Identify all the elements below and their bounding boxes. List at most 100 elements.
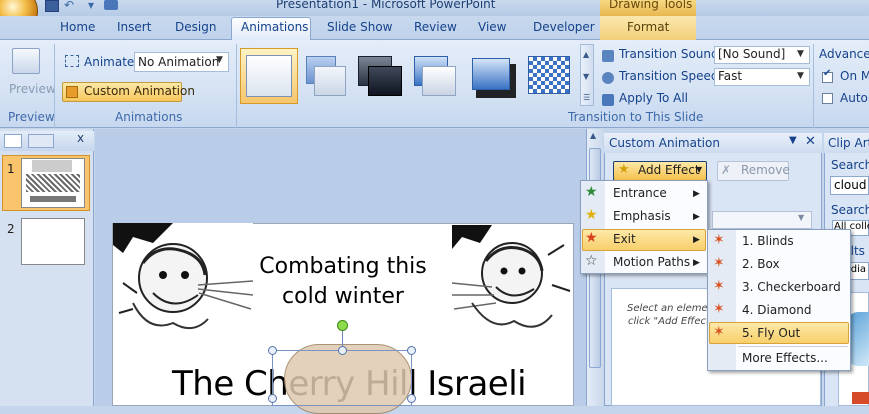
undo-icon[interactable]: ↶ <box>64 0 74 12</box>
menu-separator <box>738 346 848 347</box>
resize-handle[interactable] <box>338 346 347 355</box>
exit-diamond-label: 4. Diamond <box>742 303 812 317</box>
custom-animation-icon <box>66 86 78 98</box>
preview-icon <box>12 48 40 74</box>
transition-sound-label: Transition Sound: <box>619 47 723 61</box>
winter-face-clipart-right[interactable] <box>452 225 572 343</box>
scroll-up-icon[interactable]: ▲ <box>590 131 596 140</box>
chevron-down-icon[interactable]: ▼ <box>798 213 804 222</box>
exit-box-label: 2. Box <box>742 257 780 271</box>
exit-checkerboard-label: 3. Checkerboard <box>742 280 841 294</box>
tab-view[interactable]: View <box>478 20 506 34</box>
tab-design[interactable]: Design <box>175 20 216 34</box>
group-separator <box>813 44 814 128</box>
slide-number: 2 <box>7 222 15 236</box>
gallery-more-icon[interactable]: ☰ <box>583 93 590 102</box>
transition-thumb-checkerboard[interactable] <box>528 56 570 94</box>
tab-format[interactable]: Format <box>627 20 669 34</box>
transition-thumb-none <box>246 55 292 97</box>
outline-tab[interactable] <box>28 134 54 148</box>
chevron-down-icon[interactable]: ▼ <box>216 55 223 65</box>
clip-result-cloud[interactable] <box>848 312 869 366</box>
transition-group-label: Transition to This Slide <box>568 110 704 124</box>
transition-thumb-wipe[interactable] <box>472 58 510 90</box>
tab-home[interactable]: Home <box>60 20 95 34</box>
preview-group-label: Preview <box>8 110 55 124</box>
effect-property-dropdown[interactable] <box>712 211 812 229</box>
gallery-up-icon[interactable]: ▲ <box>583 50 589 59</box>
search-in-label: Search i <box>831 203 869 217</box>
clip-art-title: Clip Art <box>828 136 869 150</box>
menu-item-exit[interactable] <box>582 229 706 251</box>
transition-thumb-black-front[interactable] <box>368 66 402 96</box>
slides-tab[interactable] <box>4 134 22 148</box>
on-mouse-click-label: On M <box>840 69 869 83</box>
tab-slide-show[interactable]: Slide Show <box>327 20 392 34</box>
pane-options-icon[interactable]: ▼ <box>789 135 797 146</box>
gallery-down-icon[interactable]: ▼ <box>583 72 589 81</box>
submenu-arrow-icon: ▶ <box>693 235 700 245</box>
slide-subtitle-line2[interactable]: cold winter <box>258 284 428 309</box>
animation-hint-line1: Select an elemen <box>627 303 714 314</box>
custom-animation-label: Custom Animation <box>84 84 195 98</box>
custom-animation-title: Custom Animation <box>609 136 720 150</box>
winter-face-clipart-left[interactable] <box>113 223 253 343</box>
thumbnail-text-block <box>30 196 76 202</box>
animations-group-label: Animations <box>115 110 183 124</box>
motion-paths-label: Motion Paths <box>613 255 691 269</box>
resize-handle[interactable] <box>407 394 416 403</box>
transition-sound-value: [No Sound] <box>718 47 786 61</box>
slide-2-thumbnail[interactable] <box>21 218 85 265</box>
red-star-icon: ★ <box>585 230 598 246</box>
group-separator <box>54 44 55 128</box>
chevron-down-icon[interactable]: ▼ <box>797 71 804 81</box>
chevron-down-icon[interactable]: ▼ <box>797 49 804 59</box>
entrance-label: Entrance <box>613 186 667 200</box>
apply-to-all-icon <box>602 94 614 106</box>
save-icon[interactable] <box>45 0 59 12</box>
transition-speed-label: Transition Speed: <box>619 69 723 83</box>
apply-to-all-button[interactable]: Apply To All <box>619 91 688 105</box>
thumbnail-title-block <box>32 160 72 172</box>
drawing-tools-label: Drawing Tools <box>609 0 693 11</box>
submenu-arrow-icon: ▶ <box>693 258 700 268</box>
advance-slide-label: Advance S <box>819 47 869 61</box>
tab-developer[interactable]: Developer <box>533 20 595 34</box>
tab-review[interactable]: Review <box>414 20 457 34</box>
automatic-label: Autor <box>840 91 869 105</box>
group-separator <box>236 44 237 128</box>
clip-result-item[interactable] <box>852 392 869 404</box>
tab-insert[interactable]: Insert <box>117 20 151 34</box>
slide-subtitle-line1[interactable]: Combating this <box>258 254 428 279</box>
redo-icon[interactable]: ▾ <box>88 0 94 12</box>
resize-handle[interactable] <box>407 346 416 355</box>
exit-effect-icon: ✶ <box>713 232 725 248</box>
star-icon: ★ <box>618 162 630 177</box>
close-icon[interactable]: x <box>77 131 84 145</box>
resize-handle[interactable] <box>268 346 277 355</box>
thumbnail-image-block <box>26 174 80 192</box>
animate-icon <box>65 55 79 67</box>
slide-number: 1 <box>7 162 15 176</box>
animate-value: No Animation <box>138 55 220 69</box>
chevron-down-icon: ▼ <box>696 165 703 174</box>
add-effect-label: Add Effect <box>638 163 700 177</box>
resize-handle[interactable] <box>268 394 277 403</box>
exit-fly-out-label: 5. Fly Out <box>742 326 801 340</box>
more-effects-label: More Effects... <box>742 351 828 365</box>
transition-thumb-fade-front[interactable] <box>314 66 346 96</box>
green-star-icon: ★ <box>585 184 598 200</box>
emphasis-label: Emphasis <box>613 209 671 223</box>
rotation-handle[interactable] <box>337 320 348 331</box>
close-icon[interactable]: ✕ <box>805 134 816 149</box>
quick-access-more-icon[interactable] <box>104 0 118 10</box>
exit-label: Exit <box>613 232 636 246</box>
transition-sound-icon <box>602 50 614 62</box>
window-title: Presentation1 - Microsoft PowerPoint <box>276 0 496 11</box>
tab-animations[interactable]: Animations <box>241 20 308 34</box>
submenu-arrow-icon: ▶ <box>693 212 700 222</box>
clip-search-value: cloud <box>834 178 867 192</box>
transition-thumb-dissolve-front[interactable] <box>422 66 456 96</box>
automatic-checkbox[interactable] <box>822 93 833 104</box>
animation-hint-line2: click "Add Effect <box>628 316 710 327</box>
